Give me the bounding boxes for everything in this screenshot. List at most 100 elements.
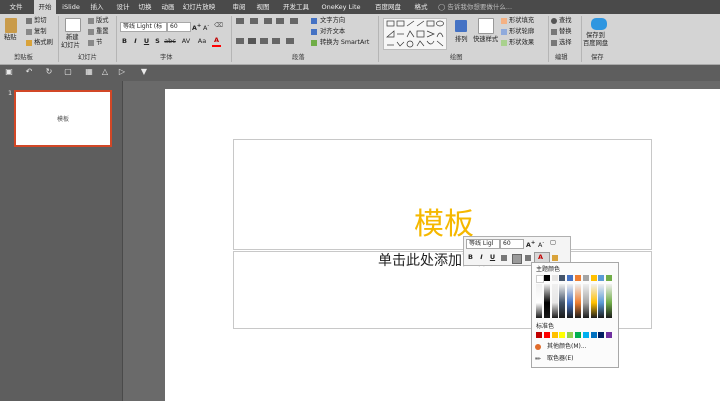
- theme-color-swatch[interactable]: [551, 275, 558, 281]
- theme-color-swatch[interactable]: [543, 275, 550, 281]
- standard-color-swatch[interactable]: [536, 332, 542, 338]
- baidu-cloud-icon[interactable]: [591, 18, 607, 30]
- shapes-gallery[interactable]: [383, 18, 447, 50]
- underline-button[interactable]: U: [142, 37, 151, 46]
- bold-button[interactable]: B: [120, 37, 129, 46]
- font-name-dropdown[interactable]: 等线 Light (标: [120, 22, 167, 32]
- mini-new-comment-icon[interactable]: ▢: [550, 239, 556, 247]
- theme-color-shades[interactable]: [567, 284, 574, 318]
- mini-bold-button[interactable]: B: [466, 253, 475, 262]
- table-qat-icon[interactable]: ▦: [85, 68, 93, 76]
- customize-qat-icon[interactable]: ▼: [140, 68, 148, 76]
- tab-7[interactable]: 幻灯片放映: [180, 0, 218, 14]
- standard-color-swatch[interactable]: [598, 332, 605, 338]
- standard-color-swatch[interactable]: [606, 332, 613, 338]
- mini-underline-button[interactable]: U: [488, 253, 497, 262]
- section-button[interactable]: 节: [96, 39, 102, 47]
- mini-font-dropdown[interactable]: 等线 Ligl: [466, 239, 500, 249]
- theme-color-swatch[interactable]: [598, 275, 605, 281]
- redo-icon[interactable]: ↻: [45, 68, 53, 76]
- shrink-font-button[interactable]: A-: [203, 22, 209, 33]
- tab-10[interactable]: 开发工具: [280, 0, 312, 14]
- quick-styles-icon[interactable]: [478, 18, 494, 34]
- baidu-drive-label[interactable]: 百度网盘: [583, 40, 608, 48]
- eyedropper-item[interactable]: ✏ 取色器(E): [532, 354, 618, 364]
- standard-color-swatch[interactable]: [551, 332, 558, 338]
- standard-color-swatch[interactable]: [582, 332, 589, 338]
- layout-button[interactable]: 版式: [96, 17, 109, 25]
- shape-outline-button[interactable]: 形状轮廓: [509, 28, 534, 36]
- shadow-button[interactable]: S: [153, 37, 162, 46]
- change-case-button[interactable]: Aa: [196, 37, 208, 46]
- cut-button[interactable]: 剪切: [34, 17, 47, 25]
- line-spacing-icon[interactable]: [290, 18, 298, 24]
- replace-button[interactable]: 替换: [559, 28, 572, 36]
- text-direction-button[interactable]: 文字方向: [320, 17, 345, 25]
- find-button[interactable]: 查找: [559, 17, 572, 25]
- standard-color-swatch[interactable]: [590, 332, 597, 338]
- save-to-label[interactable]: 保存到: [586, 32, 605, 40]
- tab-12[interactable]: 百度网盘: [368, 0, 408, 14]
- increase-indent-icon[interactable]: [276, 18, 284, 24]
- theme-color-swatch[interactable]: [582, 275, 589, 281]
- font-color-button[interactable]: A: [212, 36, 221, 47]
- shape-fill-button[interactable]: 形状填充: [509, 17, 534, 25]
- align-right-icon[interactable]: [260, 38, 268, 44]
- theme-color-swatch[interactable]: [536, 275, 544, 283]
- clear-format-icon[interactable]: ⌫: [214, 22, 223, 30]
- new-slide-qat-icon[interactable]: ▢: [64, 68, 72, 76]
- italic-button[interactable]: I: [131, 37, 140, 46]
- char-spacing-button[interactable]: AV: [180, 37, 192, 46]
- paste-button[interactable]: 粘贴: [4, 34, 17, 42]
- mini-format-painter-icon[interactable]: [552, 255, 558, 261]
- tab-0[interactable]: 文件: [0, 0, 32, 14]
- tab-11[interactable]: OneKey Lite: [316, 0, 366, 14]
- align-center-icon[interactable]: [248, 38, 256, 44]
- convert-smartart-button[interactable]: 转换为 SmartArt: [320, 39, 369, 47]
- align-left-icon[interactable]: [236, 38, 244, 44]
- numbering-icon[interactable]: [250, 18, 258, 24]
- theme-color-shades[interactable]: [575, 284, 581, 318]
- tab-6[interactable]: 动画: [157, 0, 179, 14]
- tab-8[interactable]: 审阅: [229, 0, 249, 14]
- arrange-button[interactable]: 排列: [455, 36, 468, 44]
- theme-color-shades[interactable]: [606, 284, 613, 318]
- standard-color-swatch[interactable]: [567, 332, 574, 338]
- grow-font-button[interactable]: A+: [192, 22, 201, 33]
- select-button[interactable]: 选择: [559, 39, 572, 47]
- save-icon[interactable]: ▣: [5, 68, 13, 76]
- shape-effects-button[interactable]: 形状效果: [509, 39, 534, 47]
- standard-color-swatch[interactable]: [543, 332, 550, 338]
- theme-color-swatch[interactable]: [559, 275, 566, 281]
- standard-color-swatch[interactable]: [575, 332, 581, 338]
- mini-grow-font-button[interactable]: A+: [526, 239, 535, 250]
- mini-size-dropdown[interactable]: 60: [500, 239, 524, 249]
- standard-color-swatch[interactable]: [559, 332, 566, 338]
- tab-5[interactable]: 切换: [134, 0, 156, 14]
- slide-thumbnail[interactable]: 模板: [14, 90, 112, 147]
- arrange-icon[interactable]: [455, 20, 467, 32]
- theme-color-swatch[interactable]: [567, 275, 574, 281]
- presentation-qat-icon[interactable]: ▷: [118, 68, 126, 76]
- theme-color-shades[interactable]: [551, 284, 558, 318]
- tab-13[interactable]: 格式: [410, 0, 432, 14]
- strikethrough-button[interactable]: abc: [163, 37, 177, 46]
- theme-color-shades[interactable]: [582, 284, 589, 318]
- tab-1[interactable]: 开始: [34, 0, 56, 14]
- theme-color-shades[interactable]: [598, 284, 605, 318]
- tab-3[interactable]: 插入: [86, 0, 108, 14]
- align-text-button[interactable]: 对齐文本: [320, 28, 345, 36]
- quick-styles-button[interactable]: 快速样式: [473, 36, 498, 44]
- tab-4[interactable]: 设计: [112, 0, 134, 14]
- reset-button[interactable]: 重置: [96, 28, 109, 36]
- tell-me-search[interactable]: ◯ 告诉我你想要做什么...: [438, 1, 512, 13]
- theme-color-shades[interactable]: [559, 284, 566, 318]
- decrease-indent-icon[interactable]: [264, 18, 272, 24]
- theme-color-swatch[interactable]: [606, 275, 613, 281]
- new-slide-icon[interactable]: [65, 18, 81, 32]
- more-colors-item[interactable]: 其他颜色(M)...: [532, 342, 618, 352]
- theme-color-swatch[interactable]: [590, 275, 597, 281]
- theme-color-shades[interactable]: [543, 284, 550, 318]
- copy-button[interactable]: 复制: [34, 28, 47, 36]
- format-painter-button[interactable]: 格式刷: [34, 39, 53, 47]
